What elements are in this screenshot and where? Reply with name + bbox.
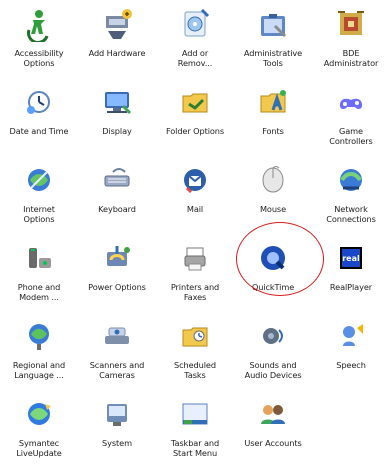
accessibility-icon xyxy=(21,6,57,42)
control-panel-item-user-accounts[interactable]: User Accounts xyxy=(234,390,312,464)
control-panel-item-network-connections[interactable]: Network Connections xyxy=(312,156,390,230)
item-label: Folder Options xyxy=(165,126,225,136)
control-panel-item-sounds-and-audio-devices[interactable]: Sounds and Audio Devices xyxy=(234,312,312,386)
item-label: Date and Time xyxy=(9,126,69,136)
item-label: Sounds and Audio Devices xyxy=(244,360,302,380)
control-panel-item-symantec-liveupdate[interactable]: Symantec LiveUpdate xyxy=(0,390,78,464)
control-panel-item-scheduled-tasks[interactable]: Scheduled Tasks xyxy=(156,312,234,386)
control-panel-item-realplayer[interactable]: real RealPlayer xyxy=(312,234,390,308)
item-label: Fonts xyxy=(262,126,284,136)
control-panel-item-administrative-tools[interactable]: Administrative Tools xyxy=(234,0,312,74)
quicktime-icon xyxy=(255,240,291,276)
display-icon xyxy=(99,84,135,120)
control-panel-item-quicktime[interactable]: QuickTime xyxy=(234,234,312,308)
realplayer-icon: real xyxy=(333,240,369,276)
item-label: Mail xyxy=(186,204,204,214)
control-panel-item-folder-options[interactable]: Folder Options xyxy=(156,78,234,152)
network-connections-icon xyxy=(333,162,369,198)
taskbar-start-menu-icon xyxy=(177,396,213,432)
control-panel-item-mail[interactable]: Mail xyxy=(156,156,234,230)
mail-icon xyxy=(177,162,213,198)
internet-options-icon xyxy=(21,162,57,198)
item-label: Symantec LiveUpdate xyxy=(16,438,62,458)
control-panel-item-mouse[interactable]: Mouse xyxy=(234,156,312,230)
speech-icon xyxy=(333,318,369,354)
svg-text:real: real xyxy=(342,254,360,263)
control-panel-item-fonts[interactable]: Fonts xyxy=(234,78,312,152)
item-label: Regional and Language ... xyxy=(12,360,66,380)
control-panel-item-keyboard[interactable]: Keyboard xyxy=(78,156,156,230)
control-panel-item-taskbar-and-start-menu[interactable]: Taskbar and Start Menu xyxy=(156,390,234,464)
item-label: RealPlayer xyxy=(329,282,373,292)
control-panel-item-game-controllers[interactable]: Game Controllers xyxy=(312,78,390,152)
item-label: Accessibility Options xyxy=(14,48,64,68)
control-panel-item-regional-and-language[interactable]: Regional and Language ... xyxy=(0,312,78,386)
item-label: System xyxy=(102,438,132,448)
control-panel-item-printers-and-faxes[interactable]: Printers and Faxes xyxy=(156,234,234,308)
item-label: Administrative Tools xyxy=(243,48,303,68)
control-panel-item-date-and-time[interactable]: Date and Time xyxy=(0,78,78,152)
control-panel-item-phone-and-modem[interactable]: Phone and Modem ... xyxy=(0,234,78,308)
control-panel-item-bde-administrator[interactable]: BDE Administrator xyxy=(312,0,390,74)
item-label: Keyboard xyxy=(98,204,136,214)
item-label: QuickTime xyxy=(251,282,295,292)
item-label: Add Hardware xyxy=(88,48,146,58)
sounds-audio-icon xyxy=(255,318,291,354)
symantec-liveupdate-icon xyxy=(21,396,57,432)
item-label: BDE Administrator xyxy=(323,48,379,68)
control-panel-item-add-hardware[interactable]: Add Hardware xyxy=(78,0,156,74)
control-panel-item-scanners-and-cameras[interactable]: Scanners and Cameras xyxy=(78,312,156,386)
item-label: Power Options xyxy=(88,282,146,292)
item-label: Scheduled Tasks xyxy=(174,360,216,380)
item-label: Printers and Faxes xyxy=(170,282,220,302)
printers-faxes-icon xyxy=(177,240,213,276)
item-label: Phone and Modem ... xyxy=(17,282,61,302)
power-options-icon xyxy=(99,240,135,276)
control-panel-item-power-options[interactable]: Power Options xyxy=(78,234,156,308)
control-panel-item-accessibility-options[interactable]: Accessibility Options xyxy=(0,0,78,74)
item-label: Add or Remov... xyxy=(177,48,213,68)
fonts-icon xyxy=(255,84,291,120)
game-controllers-icon xyxy=(333,84,369,120)
bde-administrator-icon xyxy=(333,6,369,42)
scheduled-tasks-icon xyxy=(177,318,213,354)
item-label: Mouse xyxy=(259,204,287,214)
keyboard-icon xyxy=(99,162,135,198)
item-label: Scanners and Cameras xyxy=(89,360,145,380)
control-panel-item-speech[interactable]: Speech xyxy=(312,312,390,386)
control-panel-item-display[interactable]: Display xyxy=(78,78,156,152)
regional-language-icon xyxy=(21,318,57,354)
user-accounts-icon xyxy=(255,396,291,432)
item-label: Game Controllers xyxy=(329,126,373,146)
item-label: Internet Options xyxy=(23,204,55,224)
control-panel-item-add-remove-programs[interactable]: Add or Remov... xyxy=(156,0,234,74)
mouse-icon xyxy=(255,162,291,198)
item-label: Network Connections xyxy=(326,204,376,224)
control-panel-icon-grid: Accessibility Options Add Hardware Add o… xyxy=(0,0,390,468)
phone-modem-icon xyxy=(21,240,57,276)
scanners-cameras-icon xyxy=(99,318,135,354)
administrative-tools-icon xyxy=(255,6,291,42)
item-label: Display xyxy=(102,126,132,136)
item-label: Speech xyxy=(336,360,366,370)
item-label: User Accounts xyxy=(244,438,302,448)
add-remove-programs-icon xyxy=(177,6,213,42)
control-panel-item-system[interactable]: System xyxy=(78,390,156,464)
folder-options-icon xyxy=(177,84,213,120)
item-label: Taskbar and Start Menu xyxy=(170,438,220,458)
add-hardware-icon xyxy=(99,6,135,42)
control-panel-item-internet-options[interactable]: Internet Options xyxy=(0,156,78,230)
system-icon xyxy=(99,396,135,432)
date-time-icon xyxy=(21,84,57,120)
